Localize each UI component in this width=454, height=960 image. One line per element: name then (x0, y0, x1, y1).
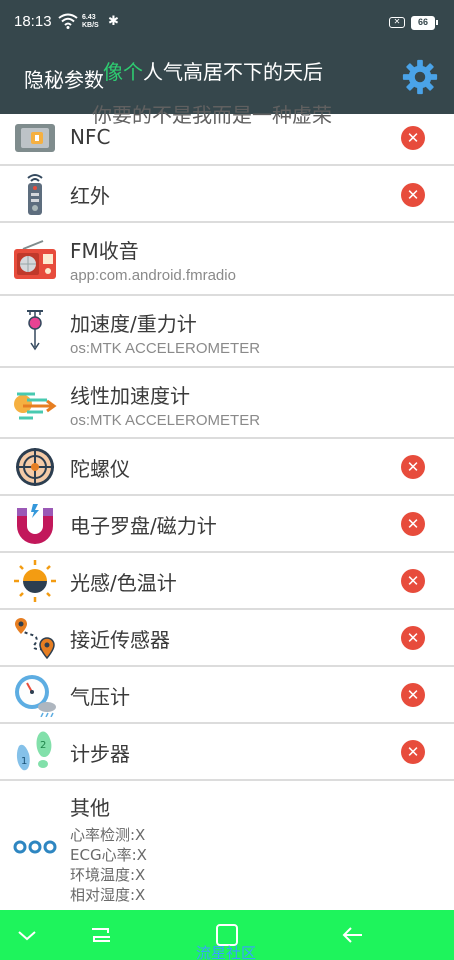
gyroscope-icon (16, 448, 54, 486)
nfc-icon (15, 124, 55, 152)
sensor-name: FM收音 (70, 239, 139, 263)
other-sensor-line: 相对湿度:X (70, 886, 146, 904)
sensor-name: NFC (70, 125, 111, 149)
menu-icon[interactable] (88, 923, 114, 947)
sensor-row-light[interactable]: 光感/色温计 ✕ (0, 553, 454, 610)
bluetooth-icon: ✱ (108, 14, 119, 29)
status-time: 18:13 (14, 13, 52, 30)
lyric-line-2: 你要的不是我而是一种虚荣 (92, 103, 332, 127)
remote-control-icon (27, 174, 43, 215)
sensor-row-others[interactable]: 其他 心率检测:X ECG心率:X 环境温度:X 相对湿度:X (0, 781, 454, 921)
sensor-row-infrared[interactable]: 红外 ✕ (0, 166, 454, 223)
proximity-route-icon (15, 618, 55, 660)
sensor-list: NFC ✕ 红外 ✕ FM收音 app:com.android.fmradio … (0, 114, 454, 921)
lyric-line-1: 像个人气高居不下的天后 (103, 60, 323, 84)
sensor-name: 陀螺仪 (70, 457, 130, 481)
gear-icon[interactable] (401, 58, 439, 96)
sensor-row-gyroscope[interactable]: 陀螺仪 ✕ (0, 439, 454, 496)
sensor-row-barometer[interactable]: 气压计 ✕ (0, 667, 454, 724)
sensor-name: 计步器 (70, 742, 130, 766)
light-sensor-icon (14, 560, 56, 602)
other-sensor-line: ECG心率:X (70, 846, 147, 864)
unsupported-icon: ✕ (401, 455, 425, 479)
unsupported-icon: ✕ (401, 626, 425, 650)
battery-level: 66 (412, 17, 434, 29)
sensor-row-accelerometer[interactable]: 加速度/重力计 os:MTK ACCELEROMETER (0, 296, 454, 368)
barometer-icon (15, 675, 56, 717)
sensor-name: 气压计 (70, 685, 130, 709)
gravity-pendulum-icon (27, 310, 43, 351)
unsupported-icon: ✕ (401, 126, 425, 150)
sensor-detail: os:MTK ACCELEROMETER (70, 412, 261, 429)
more-dots-icon (13, 840, 57, 854)
sensor-detail: app:com.android.fmradio (70, 267, 236, 284)
sensor-row-fm-radio[interactable]: FM收音 app:com.android.fmradio (0, 223, 454, 296)
page-title: 隐秘参数 (24, 68, 104, 92)
no-sim-icon: ✕ (389, 17, 405, 28)
sensor-name: 其他 (70, 796, 110, 820)
unsupported-icon: ✕ (401, 512, 425, 536)
sensor-row-compass[interactable]: 电子罗盘/磁力计 ✕ (0, 496, 454, 553)
status-bar: 18:13 6.43 KB/S ✱ ✕ 66 (0, 0, 454, 44)
sensor-row-linear-accelerometer[interactable]: 线性加速度计 os:MTK ACCELEROMETER (0, 368, 454, 439)
other-sensor-line: 心率检测:X (70, 826, 146, 844)
svg-text:1: 1 (21, 756, 27, 767)
sensor-name: 线性加速度计 (70, 384, 190, 408)
unsupported-icon: ✕ (401, 569, 425, 593)
sensor-name: 加速度/重力计 (70, 312, 197, 336)
sensor-name: 光感/色温计 (70, 571, 177, 595)
wifi-icon (58, 13, 78, 29)
speed-lines-icon (14, 392, 57, 420)
sensor-name: 电子罗盘/磁力计 (70, 514, 217, 538)
unsupported-icon: ✕ (401, 740, 425, 764)
sensor-detail: os:MTK ACCELEROMETER (70, 340, 261, 357)
watermark-text: 流星社区 (196, 944, 257, 960)
magnet-icon (17, 504, 53, 544)
sensor-name: 接近传感器 (70, 628, 170, 652)
footsteps-icon: 1 2 (16, 731, 52, 771)
sensor-name: 红外 (70, 184, 110, 208)
unsupported-icon: ✕ (401, 183, 425, 207)
sensor-row-pedometer[interactable]: 1 2 计步器 ✕ (0, 724, 454, 781)
back-icon[interactable] (340, 923, 366, 947)
network-speed: 6.43 KB/S (82, 14, 99, 29)
other-sensor-line: 环境温度:X (70, 866, 146, 884)
sensor-row-proximity[interactable]: 接近传感器 ✕ (0, 610, 454, 667)
chevron-down-icon[interactable] (14, 923, 40, 947)
svg-text:2: 2 (40, 740, 46, 751)
battery-icon: 66 (411, 16, 438, 30)
radio-icon (14, 240, 56, 279)
unsupported-icon: ✕ (401, 683, 425, 707)
